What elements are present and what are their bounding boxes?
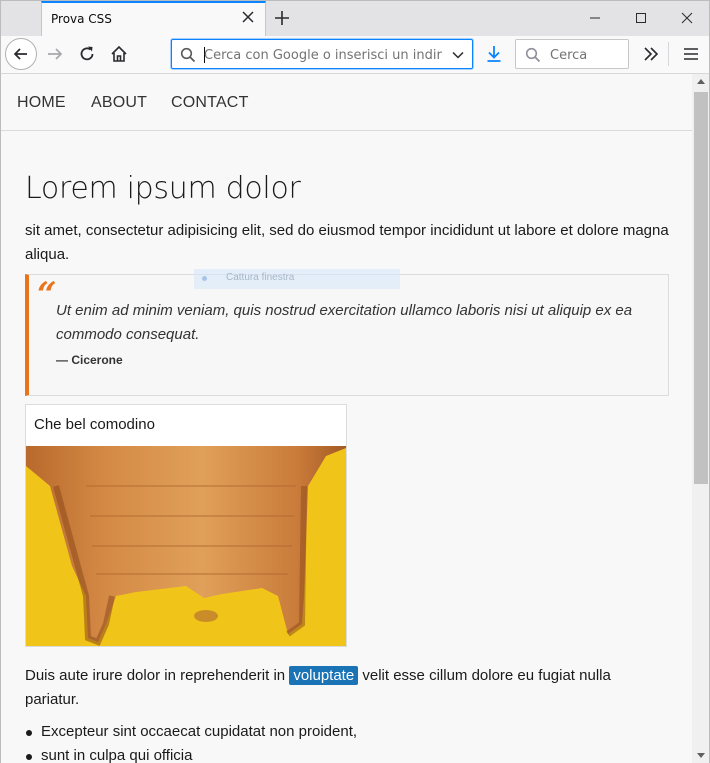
maximize-icon[interactable] bbox=[634, 11, 648, 25]
blockquote: “ Ut enim ad minim veniam, quis nostrud … bbox=[25, 274, 669, 396]
highlighted-text[interactable]: voluptate bbox=[289, 666, 359, 685]
list-item: Excepteur sint occaecat cupidatat non pr… bbox=[25, 720, 357, 744]
nav-toolbar bbox=[0, 36, 710, 74]
paragraph-text-before: Duis aute irure dolor in reprehenderit i… bbox=[25, 667, 290, 684]
capture-window-overlay: Cattura finestra bbox=[194, 269, 400, 289]
quote-author: — Cicerone bbox=[56, 353, 123, 367]
scroll-down-arrow-icon[interactable] bbox=[697, 753, 705, 758]
reload-icon[interactable] bbox=[77, 44, 97, 64]
address-bar[interactable] bbox=[171, 39, 473, 69]
body-paragraph: Duis aute irure dolor in reprehenderit i… bbox=[25, 664, 669, 712]
chevron-down-icon[interactable] bbox=[452, 49, 464, 61]
capture-dot-icon bbox=[202, 276, 207, 281]
nav-link-about[interactable]: ABOUT bbox=[91, 94, 147, 112]
toolbar-separator bbox=[668, 42, 669, 66]
browser-tab[interactable]: Prova CSS bbox=[41, 1, 266, 37]
new-tab-icon[interactable] bbox=[273, 9, 291, 27]
page-viewport: HOME ABOUT CONTACT Lorem ipsum dolor sit… bbox=[0, 74, 692, 763]
hamburger-menu-icon[interactable] bbox=[681, 44, 701, 64]
home-icon[interactable] bbox=[109, 44, 129, 64]
scroll-thumb[interactable] bbox=[694, 92, 708, 484]
vertical-scrollbar[interactable] bbox=[692, 74, 710, 763]
search-icon bbox=[525, 47, 541, 63]
nightstand-image bbox=[26, 446, 346, 646]
minimize-icon[interactable] bbox=[588, 11, 602, 25]
tab-strip: Prova CSS bbox=[0, 0, 710, 37]
search-input[interactable] bbox=[550, 46, 624, 64]
site-nav: HOME ABOUT CONTACT bbox=[1, 74, 692, 131]
product-card: Che bel comodino bbox=[25, 404, 347, 647]
overflow-chevron-icon[interactable] bbox=[641, 44, 661, 64]
card-title: Che bel comodino bbox=[34, 416, 155, 433]
close-tab-icon[interactable] bbox=[241, 10, 255, 24]
search-icon bbox=[180, 47, 196, 63]
nav-link-home[interactable]: HOME bbox=[17, 94, 66, 112]
bullet-list: Excepteur sint occaecat cupidatat non pr… bbox=[25, 720, 357, 763]
capture-label: Cattura finestra bbox=[226, 272, 295, 283]
page-title: Lorem ipsum dolor bbox=[25, 171, 301, 206]
scroll-up-arrow-icon[interactable] bbox=[697, 79, 705, 84]
forward-arrow-icon[interactable] bbox=[45, 44, 65, 64]
address-input[interactable] bbox=[204, 46, 442, 64]
download-icon[interactable] bbox=[484, 44, 504, 64]
quote-mark-icon: “ bbox=[37, 275, 57, 315]
close-window-icon[interactable] bbox=[680, 11, 694, 25]
search-bar[interactable] bbox=[515, 39, 629, 69]
back-button[interactable] bbox=[5, 38, 37, 70]
nav-link-contact[interactable]: CONTACT bbox=[171, 94, 249, 112]
quote-text: Ut enim ad minim veniam, quis nostrud ex… bbox=[56, 302, 633, 343]
back-arrow-icon bbox=[13, 48, 27, 60]
tab-title: Prova CSS bbox=[51, 12, 112, 26]
list-item: sunt in culpa qui officia bbox=[25, 744, 357, 763]
intro-paragraph: sit amet, consectetur adipisicing elit, … bbox=[25, 222, 669, 263]
